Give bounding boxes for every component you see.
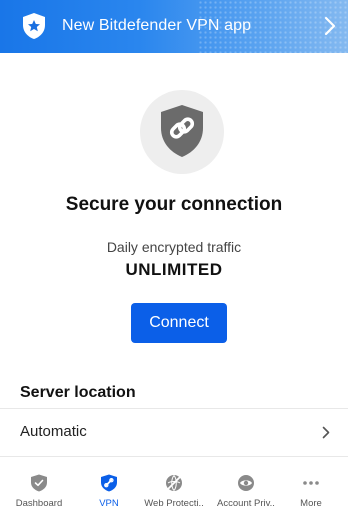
tab-more[interactable]: More [276,466,346,513]
tab-label: Dashboard [15,498,63,509]
tab-label: Web Protecti.. [144,498,204,509]
bitdefender-shield-icon [23,13,45,39]
banner-title: New Bitdefender VPN app [62,17,252,34]
vpn-shield-icon [101,474,117,492]
traffic-label: Daily encrypted traffic [106,239,242,255]
tab-label: More [300,498,322,509]
eye-icon [238,475,254,491]
chevron-right-icon[interactable] [324,16,336,36]
server-location-row[interactable]: Automatic [0,408,348,456]
tab-vpn[interactable]: VPN [74,466,144,513]
connect-button[interactable]: Connect [131,303,227,343]
more-dots-icon [303,481,319,485]
shield-check-icon [31,474,47,492]
tab-label: Account Priv.. [217,498,275,509]
promo-banner[interactable]: New Bitdefender VPN app [0,0,348,53]
tab-label: VPN [99,498,119,509]
page-heading: Secure your connection [65,194,283,215]
server-location-title: Server location [20,384,136,401]
tab-account-privacy[interactable]: Account Priv.. [211,466,281,513]
tab-dashboard[interactable]: Dashboard [4,466,74,513]
chevron-right-icon [322,426,330,439]
tab-web-protection[interactable]: Web Protecti.. [139,466,209,513]
divider [0,456,348,457]
server-location-value: Automatic [20,423,87,440]
bottom-tab-bar: Dashboard VPN Web Protecti.. Account Pri… [0,466,348,513]
traffic-value: UNLIMITED [125,260,223,279]
globe-slash-icon [166,475,182,491]
vpn-link-shield-icon [161,105,203,157]
